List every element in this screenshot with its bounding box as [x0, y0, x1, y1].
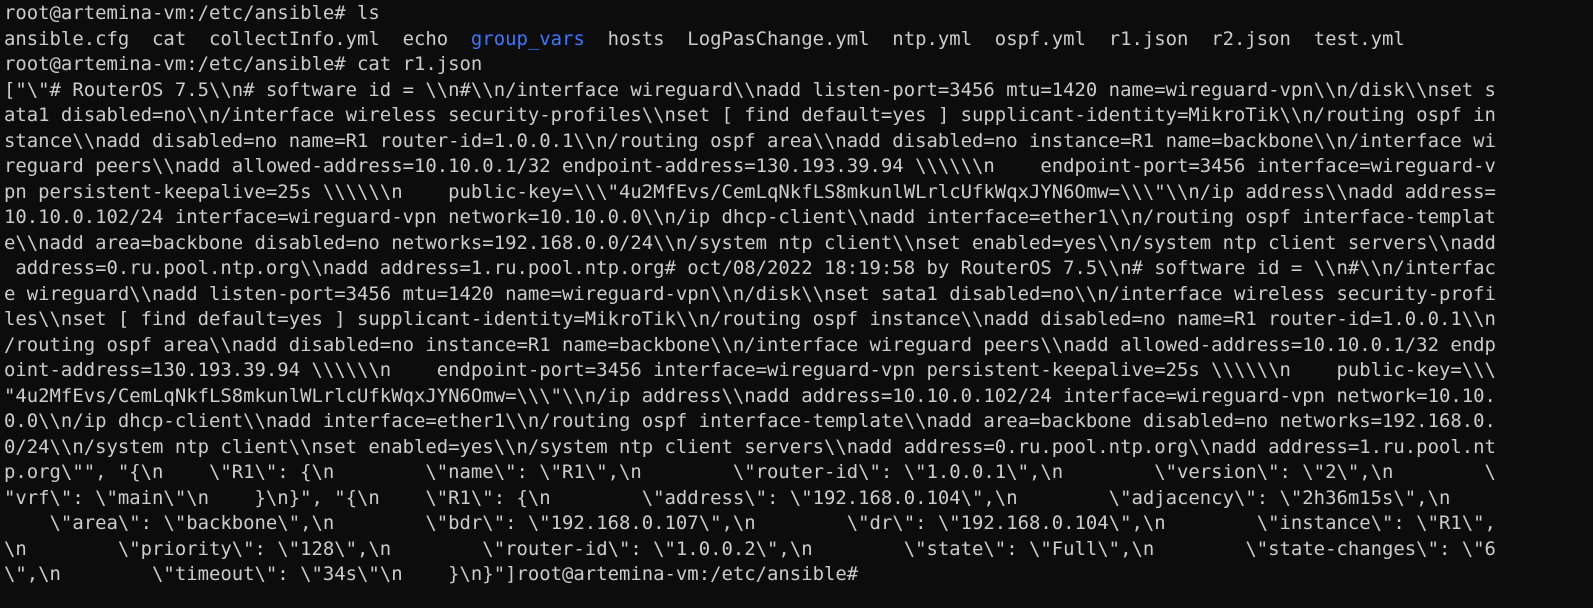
- output-line: 0/24\\n/system ntp client\\nset enabled=…: [3, 435, 1496, 458]
- terminal-window[interactable]: root@artemina-vm:/etc/ansible# ls ansibl…: [0, 0, 1593, 608]
- output-line: p.org\"", "{\n \"R1\": {\n \"name\": \"R…: [3, 461, 1496, 483]
- output-line: 10.10.0.102/24 interface=wireguard-vpn n…: [3, 206, 1496, 228]
- ls-files-after: hosts LogPasChange.yml ntp.yml ospf.yml …: [584, 27, 1405, 50]
- output-line: ata1 disabled=no\\n/interface wireless s…: [3, 104, 1496, 126]
- output-line: address=0.ru.pool.ntp.org\\nadd address=…: [3, 257, 1496, 279]
- output-line: 0.0\\n/ip dhcp-client\\nadd interface=et…: [3, 410, 1496, 432]
- output-line: les\\nset [ find default=yes ] supplican…: [3, 308, 1496, 330]
- command-line-ls: root@artemina-vm:/etc/ansible# ls: [3, 2, 380, 24]
- output-line: "4u2MfEvs/CemLqNkfLS8mkunlWLrlcUfkWqxJYN…: [3, 384, 1496, 407]
- output-line: e wireguard\\nadd listen-port=3456 mtu=1…: [3, 282, 1496, 305]
- output-line: oint-address=130.193.39.94 \\\\\\n endpo…: [3, 359, 1496, 381]
- output-line: ["\"# RouterOS 7.5\\n# software id = \\n…: [3, 78, 1496, 101]
- output-line: pn persistent-keepalive=25s \\\\\\n publ…: [3, 180, 1496, 203]
- output-line: e\\nadd area=backbone disabled=no networ…: [3, 231, 1496, 254]
- directory-entry: group_vars: [470, 27, 585, 50]
- output-line: \",\n \"timeout\": \"34s\"\n }\n}"]root@…: [3, 563, 870, 585]
- output-line: reguard peers\\nadd allowed-address=10.1…: [3, 155, 1496, 177]
- output-line: \n \"priority\": \"128\",\n \"router-id\…: [3, 537, 1496, 560]
- ls-output: ansible.cfg cat collectInfo.yml echo gro…: [0, 27, 1586, 53]
- output-line: /routing ospf area\\nadd disabled=no ins…: [3, 333, 1496, 356]
- output-line: stance\\nadd disabled=no name=R1 router-…: [3, 129, 1496, 152]
- output-line: "vrf\": \"main\"\n }\n}", "{\n \"R1\": {…: [3, 486, 1451, 509]
- ls-files-before: ansible.cfg cat collectInfo.yml echo: [3, 27, 471, 50]
- output-line: \"area\": \"backbone\",\n \"bdr\": \"192…: [3, 512, 1496, 534]
- command-line-cat: root@artemina-vm:/etc/ansible# cat r1.js…: [3, 53, 483, 75]
- command-output: ["\"# RouterOS 7.5\\n# software id = \\n…: [0, 78, 1593, 588]
